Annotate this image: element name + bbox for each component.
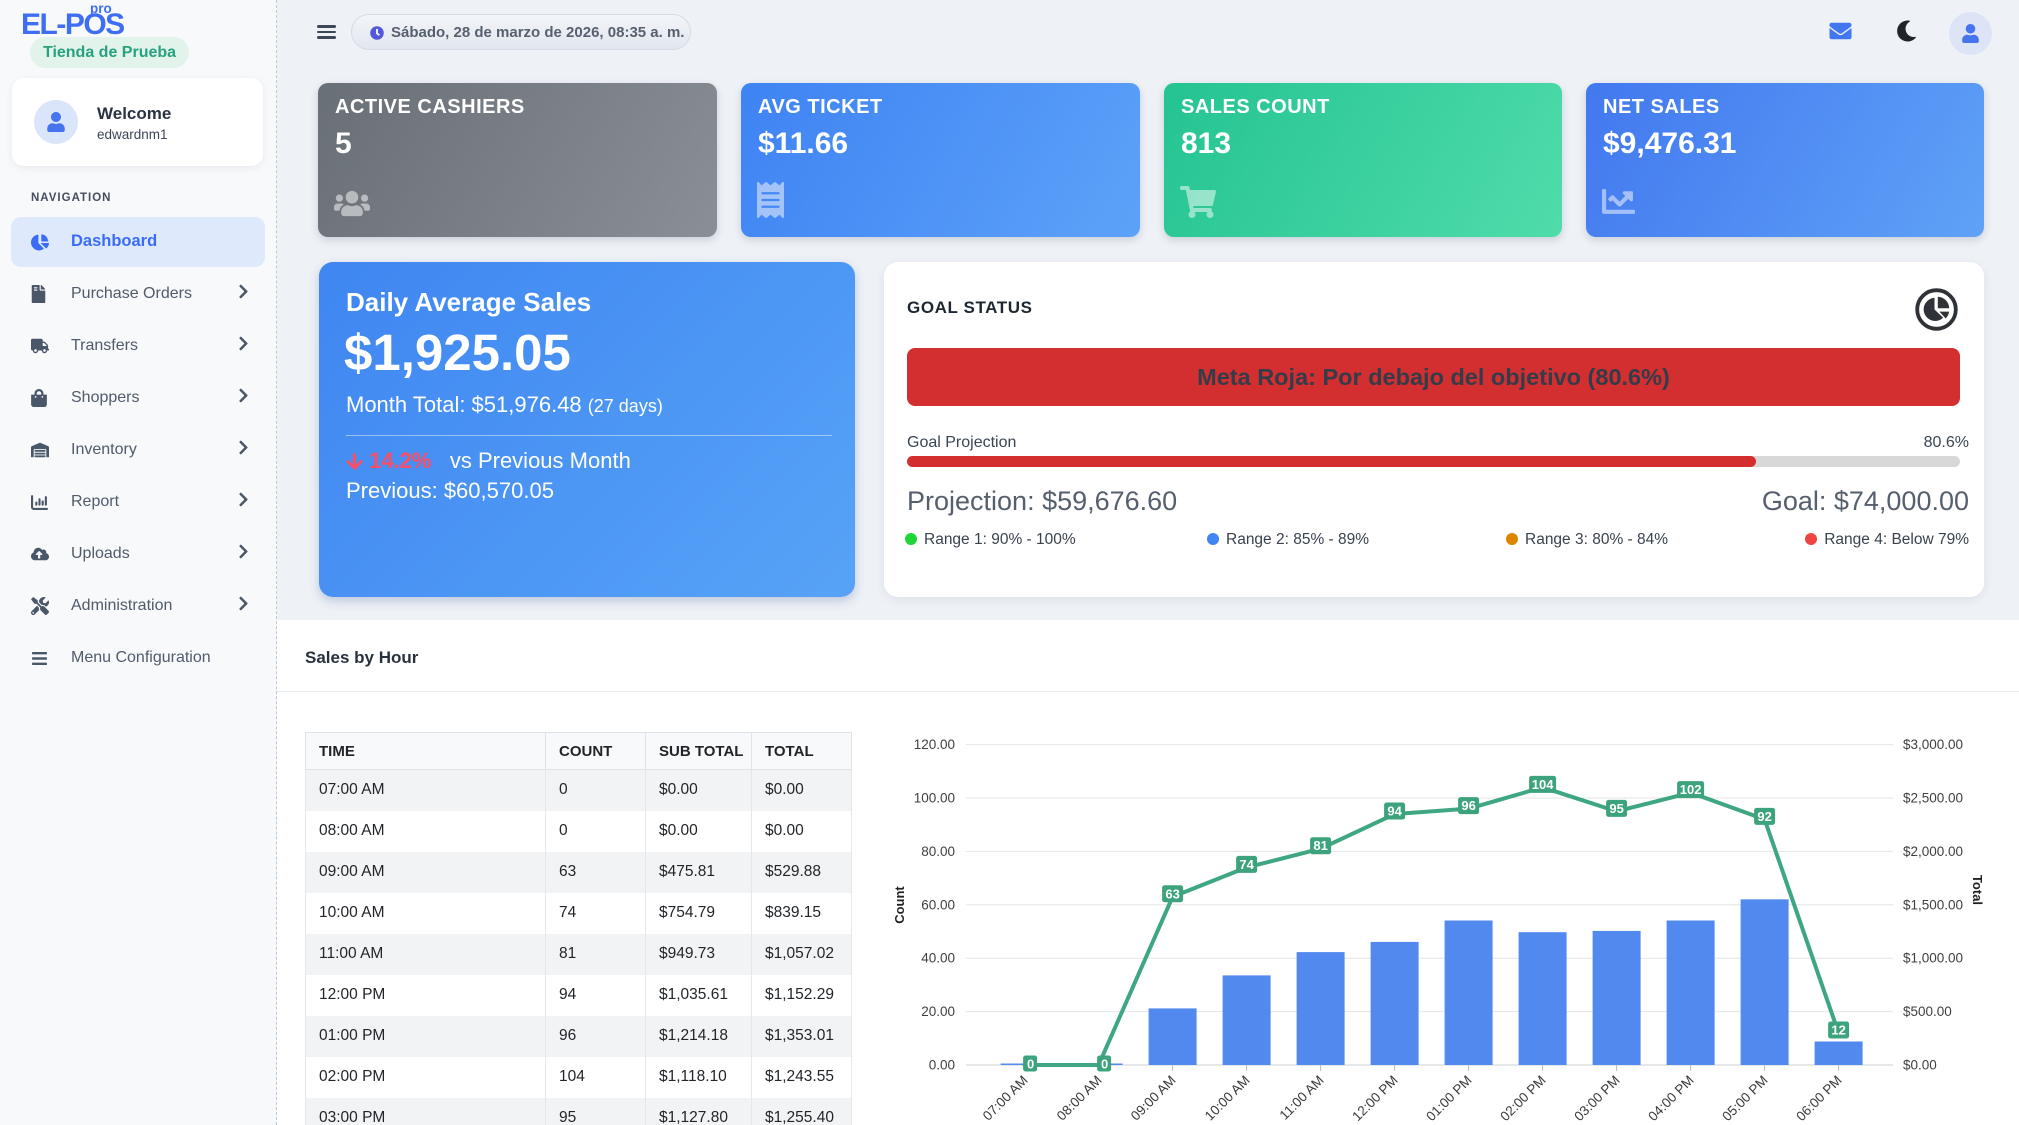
svg-text:0: 0 [1027,1057,1034,1072]
svg-text:04:00 PM: 04:00 PM [1645,1073,1696,1124]
svg-text:0: 0 [1101,1057,1108,1072]
svg-text:09:00 AM: 09:00 AM [1128,1073,1179,1124]
svg-text:01:00 PM: 01:00 PM [1423,1073,1474,1124]
svg-text:12: 12 [1831,1022,1845,1037]
svg-text:$3,000.00: $3,000.00 [1903,737,1963,752]
svg-text:96: 96 [1461,798,1475,813]
svg-text:102: 102 [1680,782,1702,797]
svg-text:$2,500.00: $2,500.00 [1903,791,1963,806]
svg-text:02:00 PM: 02:00 PM [1497,1073,1548,1124]
svg-text:$1,000.00: $1,000.00 [1903,951,1963,966]
svg-text:$1,500.00: $1,500.00 [1903,897,1963,912]
svg-text:81: 81 [1313,838,1327,853]
svg-text:$0.00: $0.00 [1903,1058,1937,1073]
svg-text:80.00: 80.00 [921,844,955,859]
svg-text:95: 95 [1609,801,1623,816]
svg-text:08:00 AM: 08:00 AM [1054,1073,1105,1124]
svg-text:40.00: 40.00 [921,951,955,966]
svg-text:$2,000.00: $2,000.00 [1903,844,1963,859]
svg-text:94: 94 [1387,804,1402,819]
svg-text:104: 104 [1532,777,1554,792]
svg-text:20.00: 20.00 [921,1004,955,1019]
svg-text:05:00 PM: 05:00 PM [1719,1073,1770,1124]
svg-text:Total: Total [1970,875,1985,905]
svg-text:120.00: 120.00 [914,737,955,752]
svg-text:63: 63 [1165,886,1179,901]
svg-text:07:00 AM: 07:00 AM [980,1073,1031,1124]
svg-text:100.00: 100.00 [914,791,955,806]
svg-text:0.00: 0.00 [929,1058,955,1073]
svg-text:10:00 AM: 10:00 AM [1202,1073,1253,1124]
svg-text:$500.00: $500.00 [1903,1004,1952,1019]
svg-text:03:00 PM: 03:00 PM [1571,1073,1622,1124]
svg-text:74: 74 [1239,857,1254,872]
svg-text:92: 92 [1757,809,1771,824]
svg-text:11:00 AM: 11:00 AM [1276,1073,1326,1123]
svg-text:Count: Count [892,886,907,924]
svg-text:06:00 PM: 06:00 PM [1793,1073,1844,1124]
svg-text:60.00: 60.00 [921,897,955,912]
svg-text:12:00 PM: 12:00 PM [1349,1073,1400,1124]
